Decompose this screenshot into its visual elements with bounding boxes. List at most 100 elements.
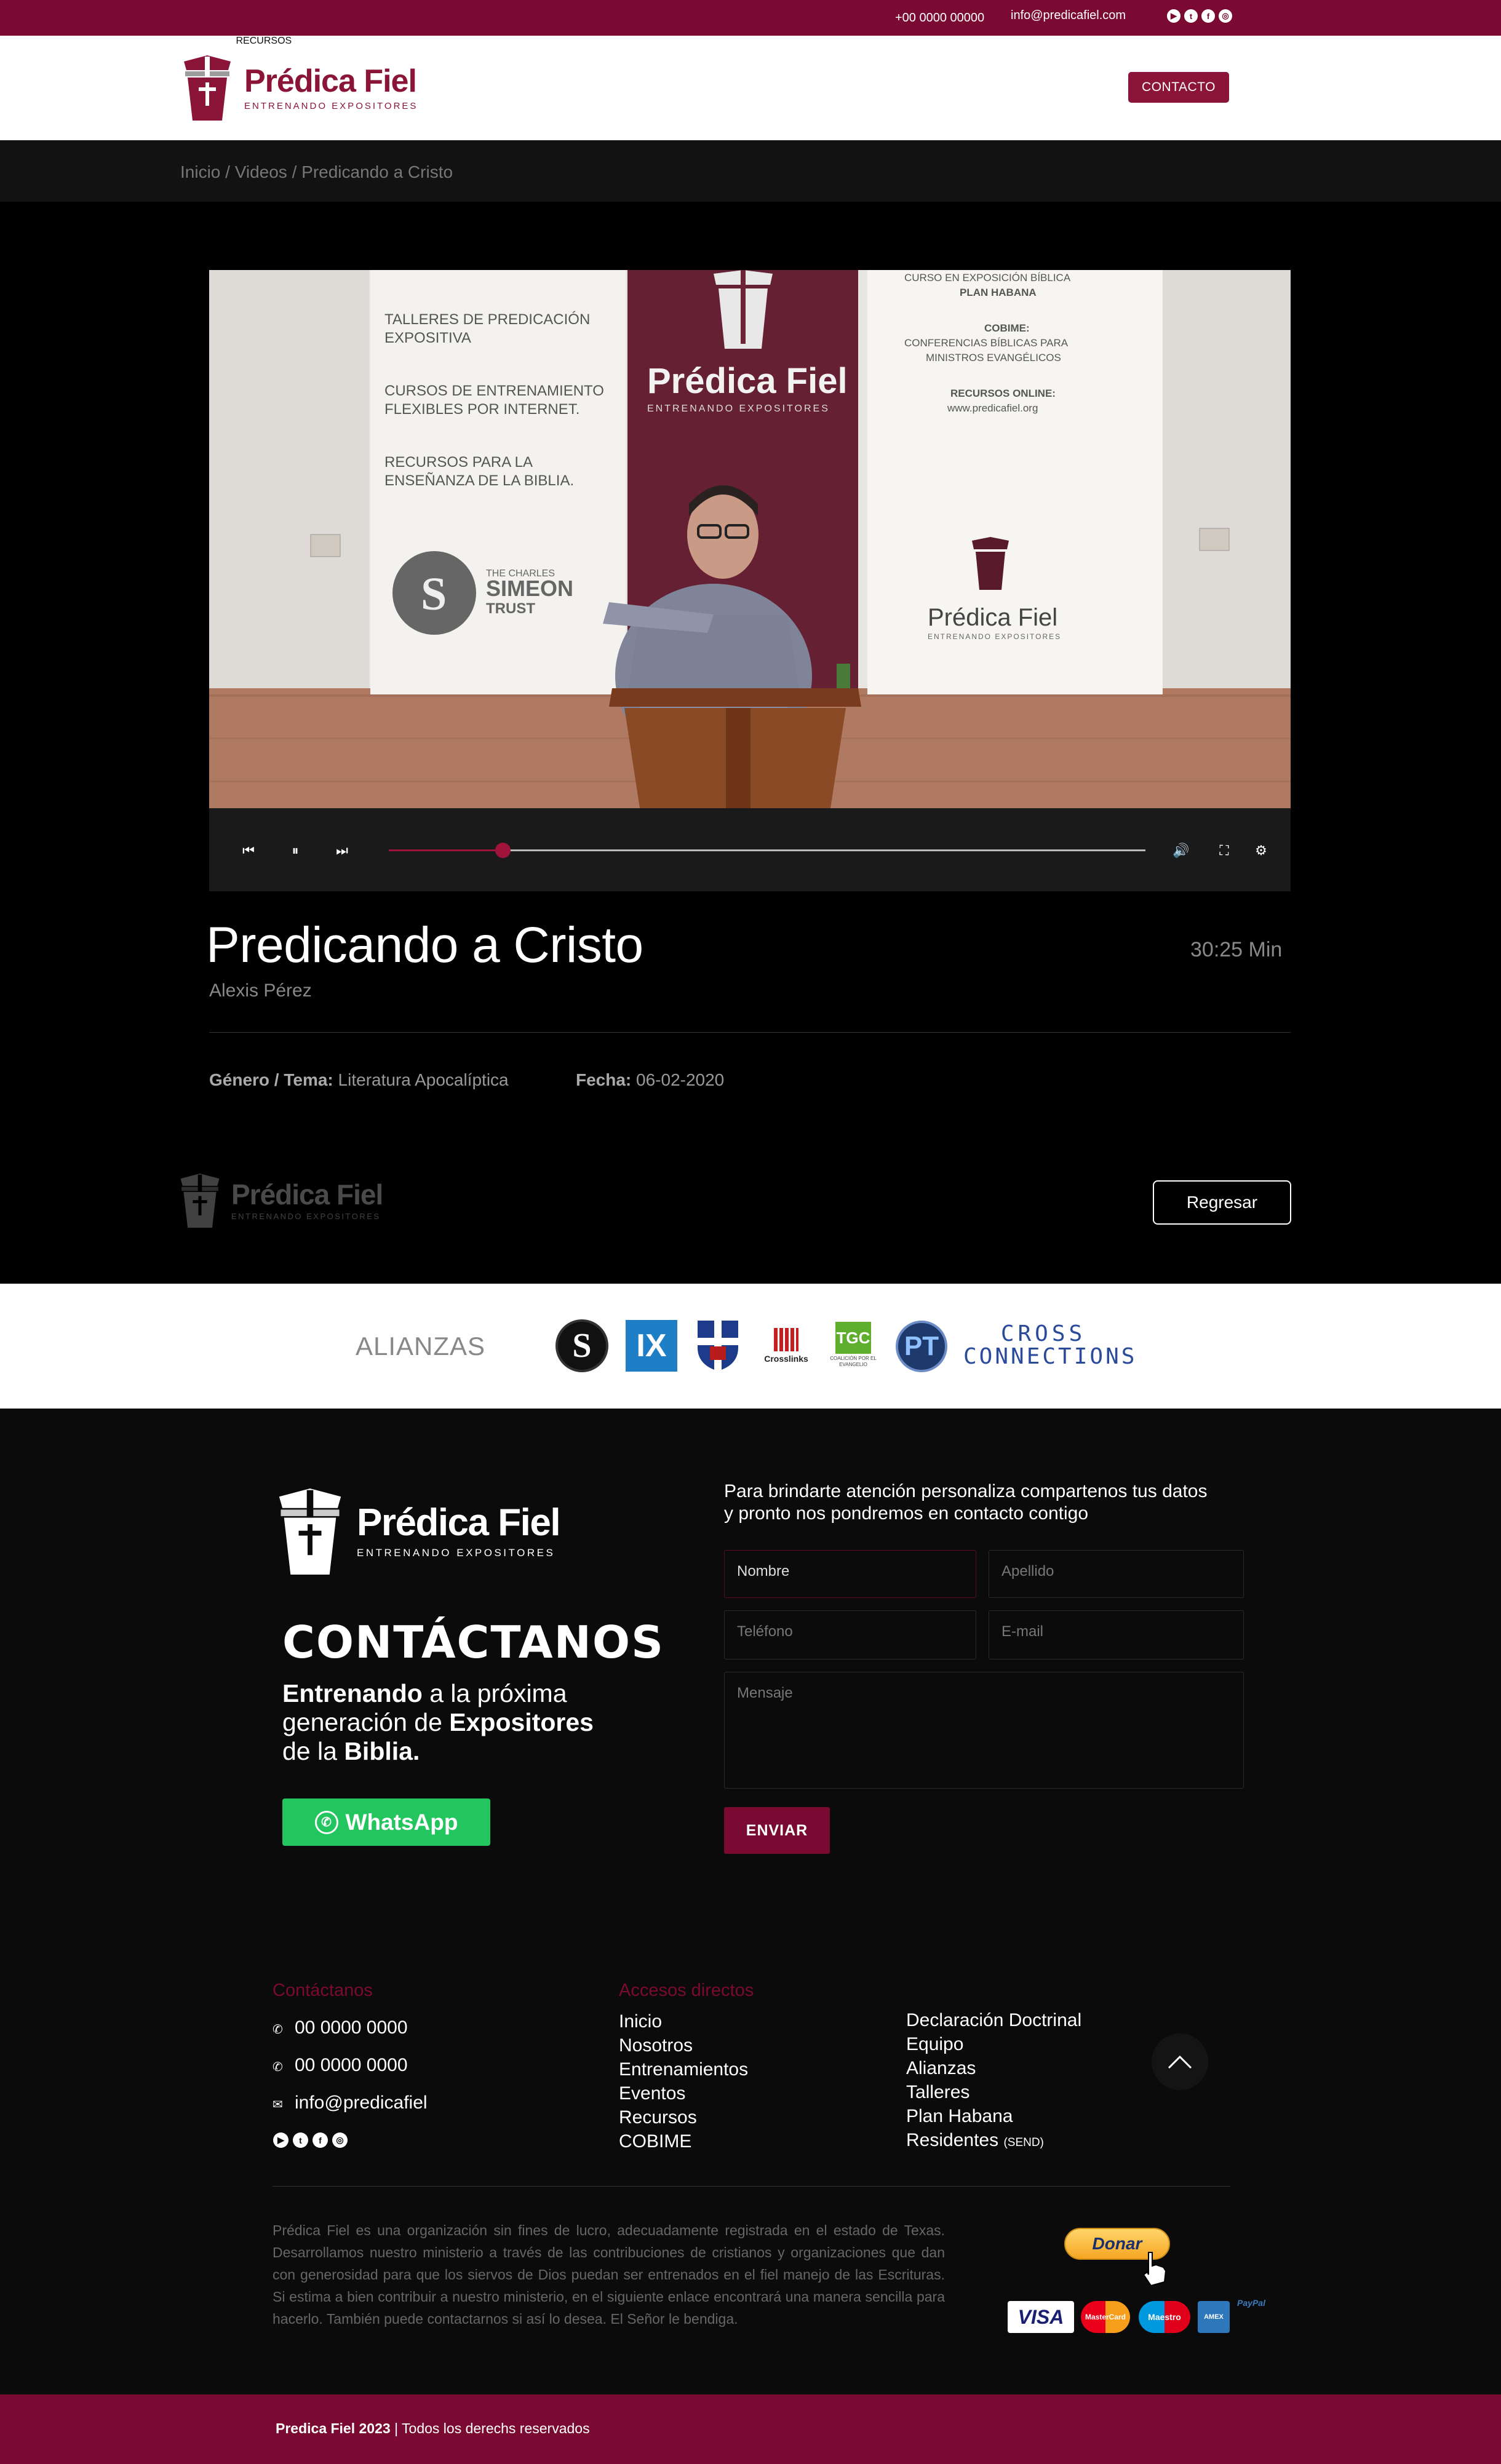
facebook-icon[interactable]: f <box>313 2132 328 2148</box>
phone-icon: ✆ <box>273 2061 283 2074</box>
alliance-pt-logo[interactable]: PT <box>896 1321 947 1372</box>
footer-link-eventos[interactable]: Eventos <box>619 2083 685 2104</box>
top-social: ▶ t f ◎ <box>1167 9 1232 23</box>
top-email[interactable]: info@predicafiel.com <box>1011 9 1126 23</box>
nav-nosotros[interactable]: NOSOTROS <box>33 36 89 46</box>
banner-simeon-2: SIMEON <box>486 576 573 601</box>
maestro-card: Maestro <box>1139 2301 1190 2333</box>
footer-phone-1[interactable]: ✆ 00 0000 0000 <box>273 2017 408 2038</box>
facebook-icon[interactable]: f <box>1201 9 1215 23</box>
banner-left-line-4: FLEXIBLES POR INTERNET. <box>384 401 579 418</box>
bottom-bar: Predica Fiel 2023 | Todos los derechs re… <box>0 2394 1501 2464</box>
progress-fill <box>389 849 503 851</box>
footer-link-entrenamientos[interactable]: Entrenamientos <box>619 2059 748 2080</box>
footer-link-equipo[interactable]: Equipo <box>906 2034 963 2055</box>
alliances-label: ALIANZAS <box>356 1332 486 1361</box>
footer-link-inicio[interactable]: Inicio <box>619 2011 662 2032</box>
footer-phone-2[interactable]: ✆ 00 0000 0000 <box>273 2055 408 2076</box>
svg-text:S: S <box>421 568 447 620</box>
twitter-icon[interactable]: t <box>1184 9 1198 23</box>
alliances-section: ALIANZAS S IX Crosslinks TGC COALICIÓN P… <box>0 1284 1501 1409</box>
banner-right-name: Prédica Fiel <box>928 604 1057 631</box>
youtube-icon[interactable]: ▶ <box>1167 9 1180 23</box>
alliance-tgc-logo[interactable]: TGC COALICIÓN POR EL EVANGELIO <box>829 1322 878 1373</box>
email-field[interactable]: E-mail <box>989 1610 1244 1659</box>
alliance-seminary-shield-logo[interactable] <box>696 1319 739 1372</box>
alliance-9marks-logo[interactable]: IX <box>626 1320 677 1372</box>
video-frame[interactable]: TALLERES DE PREDICACIÓN EXPOSITIVA CURSO… <box>209 270 1291 808</box>
header: Prédica Fiel ENTRENANDO EXPOSITORES INIC… <box>0 36 1501 140</box>
video-author: Alexis Pérez <box>209 980 312 1001</box>
genre-value: Literatura Apocalíptica <box>338 1070 509 1089</box>
instagram-icon[interactable]: ◎ <box>332 2132 348 2148</box>
whatsapp-button[interactable]: ✆ WhatsApp <box>282 1798 490 1846</box>
footer-dim-logo: Prédica Fiel ENTRENANDO EXPOSITORES <box>178 1174 383 1228</box>
nav-recursos[interactable]: RECURSOS <box>236 36 292 46</box>
top-bar: +00 0000 00000 info@predicafiel.com ▶ t … <box>0 0 1501 36</box>
youtube-icon[interactable]: ▶ <box>273 2132 289 2148</box>
video-title: Predicando a Cristo <box>206 917 643 973</box>
video-player[interactable]: TALLERES DE PREDICACIÓN EXPOSITIVA CURSO… <box>209 270 1291 891</box>
apellido-field[interactable]: Apellido <box>989 1550 1244 1598</box>
divider <box>209 1032 1291 1033</box>
pulpit-logo-icon <box>180 1174 220 1228</box>
footer-link-residentes[interactable]: Residentes (SEND) <box>906 2130 1044 2151</box>
banner-center-name: Prédica Fiel <box>647 361 848 401</box>
banner-left-line-1: TALLERES DE PREDICACIÓN <box>384 311 590 328</box>
alliance-cross-connections-logo[interactable]: CROSS CONNECTIONS <box>963 1323 1134 1369</box>
footer-link-nosotros[interactable]: Nosotros <box>619 2035 693 2056</box>
site-logo[interactable]: Prédica Fiel ENTRENANDO EXPOSITORES <box>181 55 418 121</box>
alliance-simeon-logo[interactable]: S <box>555 1319 608 1372</box>
pulpit-logo-icon <box>279 1488 341 1575</box>
footer-link-declaracion[interactable]: Declaración Doctrinal <box>906 2010 1081 2031</box>
scroll-top-button[interactable] <box>1152 2033 1208 2090</box>
nav-eventos[interactable]: EVENTOS <box>186 36 233 46</box>
top-phone[interactable]: +00 0000 00000 <box>895 11 984 25</box>
settings-icon[interactable]: ⚙ <box>1252 843 1270 859</box>
telefono-field[interactable]: Teléfono <box>724 1610 976 1659</box>
footer-link-alianzas[interactable]: Alianzas <box>906 2058 976 2079</box>
whatsapp-label: WhatsApp <box>345 1809 458 1835</box>
fullscreen-icon[interactable]: ⛶ <box>1216 843 1233 859</box>
date-label: Fecha: <box>576 1070 632 1089</box>
banner-left-line-2: EXPOSITIVA <box>384 330 471 346</box>
footer-link-plan-habana[interactable]: Plan Habana <box>906 2106 1013 2127</box>
breadcrumb[interactable]: Inicio / Videos / Predicando a Cristo <box>180 162 453 182</box>
nav-contact-button[interactable]: CONTACTO <box>1128 72 1229 103</box>
twitter-icon[interactable]: t <box>293 2132 308 2148</box>
nav-entrenamientos[interactable]: ENTRENAMIENTOS <box>92 36 183 46</box>
instagram-icon[interactable]: ◎ <box>1219 9 1232 23</box>
phone-icon: ✆ <box>273 2023 283 2037</box>
nav-inicio[interactable]: INICIO <box>0 36 30 46</box>
video-duration: 30:25 Min <box>1190 938 1283 961</box>
contact-heading: CONTÁCTANOS <box>282 1616 664 1668</box>
progress-knob[interactable] <box>495 843 511 858</box>
banner-right-line-2: PLAN HABANA <box>960 287 1037 298</box>
volume-icon[interactable]: 🔊 <box>1173 843 1190 859</box>
back-button[interactable]: Regresar <box>1153 1180 1291 1225</box>
skip-forward-icon[interactable]: ⏭ <box>333 843 351 859</box>
footer-links-heading: Accesos directos <box>619 1981 754 2000</box>
alliance-crosslinks-logo[interactable]: Crosslinks <box>762 1328 811 1371</box>
footer-link-cobime[interactable]: COBIME <box>619 2131 691 2152</box>
banner-right-line-1: CURSO EN EXPOSICIÓN BÍBLICA <box>904 272 1071 284</box>
progress-bar[interactable] <box>389 843 1145 858</box>
send-button[interactable]: ENVIAR <box>724 1807 830 1854</box>
banner-left-line-5: RECURSOS PARA LA <box>384 454 533 471</box>
banner-simeon-3: TRUST <box>486 600 535 617</box>
form-intro: Para brindarte atención personaliza comp… <box>724 1481 1208 1524</box>
footer-link-talleres[interactable]: Talleres <box>906 2082 969 2103</box>
footer-social: ▶ t f ◎ <box>273 2132 348 2148</box>
skip-back-icon[interactable]: ⏮ <box>240 843 257 859</box>
video-date: Fecha: 06-02-2020 <box>576 1070 724 1090</box>
pause-icon[interactable]: ⏸ <box>287 843 304 859</box>
footer-link-recursos[interactable]: Recursos <box>619 2107 697 2128</box>
whatsapp-icon: ✆ <box>314 1810 338 1834</box>
banner-right-line-5: MINISTROS EVANGÉLICOS <box>926 352 1061 364</box>
footer-email[interactable]: ✉ info@predicafiel <box>273 2092 428 2113</box>
pulpit-logo-icon <box>184 55 231 121</box>
banner-right-line-3: COBIME: <box>984 322 1030 334</box>
nombre-field[interactable]: Nombre <box>724 1550 976 1598</box>
contact-logo: Prédica Fiel ENTRENANDO EXPOSITORES <box>276 1488 561 1575</box>
mensaje-field[interactable]: Mensaje <box>724 1672 1244 1789</box>
